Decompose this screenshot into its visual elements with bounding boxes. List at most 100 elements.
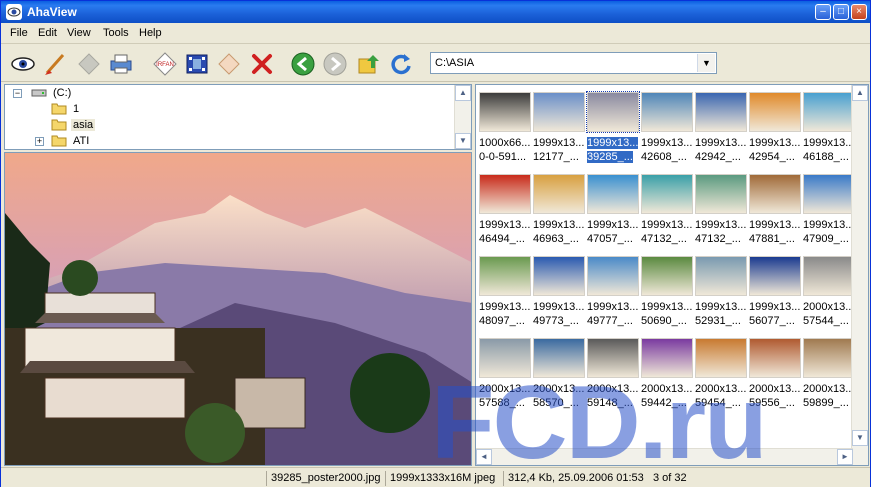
thumbs-horizontal-scrollbar[interactable]: ◄ ► [476, 448, 853, 465]
thumbnail-item[interactable]: 1999x13... 49773_... [533, 249, 585, 331]
thumbnail-item[interactable]: 1999x13... 49777_... [587, 249, 639, 331]
scroll-down-icon[interactable]: ▼ [852, 430, 868, 446]
thumbnail-caption-line1: 1999x13... [533, 301, 585, 313]
menu-file[interactable]: File [10, 27, 28, 39]
chevron-down-icon[interactable]: ▼ [697, 54, 715, 72]
thumbnail-item[interactable]: 1999x13... 46494_... [479, 167, 531, 249]
thumbnail-item[interactable]: 1999x13... 47057_... [587, 167, 639, 249]
printer-icon[interactable] [107, 50, 135, 78]
thumbnail-caption: 1999x13... 46963_... [533, 218, 589, 246]
thumbnail-item[interactable]: 1999x13... 12177_... [533, 85, 585, 167]
thumbnail-caption: 1000x66... 0-0-591... [479, 136, 535, 164]
thumbnail-item[interactable]: 1999x13... 47132_... [695, 167, 747, 249]
view-eye-icon[interactable] [9, 50, 37, 78]
minimize-button[interactable]: – [815, 4, 831, 20]
maximize-button[interactable]: □ [833, 4, 849, 20]
thumbnail-image [749, 92, 801, 132]
thumbnail-caption-line2: 56077_... [749, 315, 795, 327]
thumbnail-caption: 2000x13... 59454_... [695, 382, 751, 410]
thumbnail-item[interactable]: 2000x13... 59556_... [749, 331, 801, 413]
thumbnail-image [479, 256, 531, 296]
eraser-diamond-icon[interactable] [215, 50, 243, 78]
brush-icon[interactable] [41, 50, 69, 78]
thumbnail-item[interactable]: 1999x13... 52931_... [695, 249, 747, 331]
tree-item-1[interactable]: 1 [11, 101, 311, 117]
thumbnail-item[interactable]: 1999x13... 47132_... [641, 167, 693, 249]
thumbnail-caption-line2: 46963_... [533, 233, 579, 245]
thumbnail-item[interactable]: 1999x13... 42954_... [749, 85, 801, 167]
tree-item-drive[interactable]: − (C:) [11, 85, 311, 101]
diamond-disabled-icon[interactable] [75, 50, 103, 78]
thumbnail-image [479, 338, 531, 378]
back-arrow-icon[interactable] [289, 50, 317, 78]
collapse-icon[interactable]: − [13, 89, 22, 98]
thumbnail-image [749, 174, 801, 214]
tree-item-ati[interactable]: + ATI [11, 133, 311, 149]
irfan-icon[interactable]: IRFAN [151, 50, 179, 78]
thumbnail-item[interactable]: 2000x13... 57588_... [479, 331, 531, 413]
scroll-left-icon[interactable]: ◄ [476, 449, 492, 465]
delete-x-icon[interactable] [248, 50, 276, 78]
thumbnail-caption-line2: 57544_... [803, 315, 849, 327]
thumbnail-caption: 2000x13... 57588_... [479, 382, 535, 410]
svg-text:IRFAN: IRFAN [156, 62, 174, 68]
filmstrip-icon[interactable] [183, 50, 211, 78]
path-value: C:\ASIA [435, 57, 475, 69]
close-button[interactable]: × [851, 4, 867, 20]
refresh-icon[interactable] [387, 50, 415, 78]
folder-up-icon[interactable] [355, 50, 383, 78]
thumbnail-item[interactable]: 1999x13... 50690_... [641, 249, 693, 331]
thumbnail-caption-line2: 46494_... [479, 233, 525, 245]
thumbnail-caption: 1999x13... 12177_... [533, 136, 589, 164]
thumbnail-caption-line1: 2000x13... [695, 383, 747, 395]
thumbs-vertical-scrollbar[interactable]: ▲ ▼ [851, 85, 868, 465]
thumbnail-item[interactable]: 2000x13... 59442_... [641, 331, 693, 413]
thumbnail-item[interactable]: 2000x13... 59454_... [695, 331, 747, 413]
thumbnail-caption: 2000x13... 59556_... [749, 382, 805, 410]
thumbnail-image [641, 338, 693, 378]
tree-scrollbar[interactable]: ▲ ▼ [454, 85, 471, 149]
thumbnail-grid[interactable]: 2000x13... 59899_... 2000x13... 59556_... 20… [475, 84, 869, 466]
thumbnail-item[interactable]: 2000x13... 58570_... [533, 331, 585, 413]
scroll-down-icon[interactable]: ▼ [455, 133, 471, 149]
thumbnail-item[interactable]: 1999x13... 42942_... [695, 85, 747, 167]
thumbnail-item[interactable]: 1000x66... 0-0-591... [479, 85, 531, 167]
menu-help[interactable]: Help [139, 27, 162, 39]
thumbnail-item[interactable]: 2000x13... 59899_... [803, 331, 855, 413]
image-preview[interactable] [4, 152, 472, 466]
thumbnail-caption-line2: 47132_... [641, 233, 687, 245]
thumbnail-caption-line1: 1999x13... [641, 137, 693, 149]
thumbnail-item[interactable]: 2000x13... 59148_... [587, 331, 639, 413]
thumbnail-item[interactable]: 1999x13... 46963_... [533, 167, 585, 249]
menu-view[interactable]: View [67, 27, 91, 39]
forward-arrow-icon[interactable] [321, 50, 349, 78]
thumbnail-caption-line1: 1999x13... [479, 301, 531, 313]
scroll-up-icon[interactable]: ▲ [852, 85, 868, 101]
thumbnail-item[interactable]: 1999x13... 48097_... [479, 249, 531, 331]
thumbnail-item[interactable]: 1999x13... 46188_... [803, 85, 855, 167]
thumbnail-item[interactable]: 1999x13... 47909_... [803, 167, 855, 249]
tree-item-asia[interactable]: asia [11, 117, 311, 133]
thumbnail-caption-line1: 2000x13... [641, 383, 693, 395]
thumbnail-caption-line1: 1999x13... [695, 301, 747, 313]
thumbnail-item[interactable]: 2000x13... 57544_... [803, 249, 855, 331]
thumbnail-item[interactable]: 1999x13... 39285_... [586, 85, 640, 167]
thumbnail-item[interactable]: 1999x13... 47881_... [749, 167, 801, 249]
menu-edit[interactable]: Edit [38, 27, 57, 39]
scroll-right-icon[interactable]: ► [837, 449, 853, 465]
thumbnail-caption: 1999x13... 49777_... [587, 300, 643, 328]
path-combobox[interactable]: C:\ASIA ▼ [430, 52, 717, 74]
folder-tree[interactable]: − (C:) 1 asia + ATI ▲ ▼ [4, 84, 472, 150]
expand-icon[interactable]: + [35, 137, 44, 146]
menu-tools[interactable]: Tools [103, 27, 129, 39]
thumbnail-caption: 1999x13... 47132_... [695, 218, 751, 246]
eye-icon [6, 4, 22, 20]
window-title: AhaView [27, 5, 77, 19]
thumbnail-caption-line2: 42954_... [749, 151, 795, 163]
thumbnail-image [695, 174, 747, 214]
title-bar[interactable]: AhaView – □ × [1, 1, 870, 23]
scroll-up-icon[interactable]: ▲ [455, 85, 471, 101]
thumbnail-item[interactable]: 1999x13... 56077_... [749, 249, 801, 331]
thumbnail-image [749, 338, 801, 378]
thumbnail-item[interactable]: 1999x13... 42608_... [641, 85, 693, 167]
